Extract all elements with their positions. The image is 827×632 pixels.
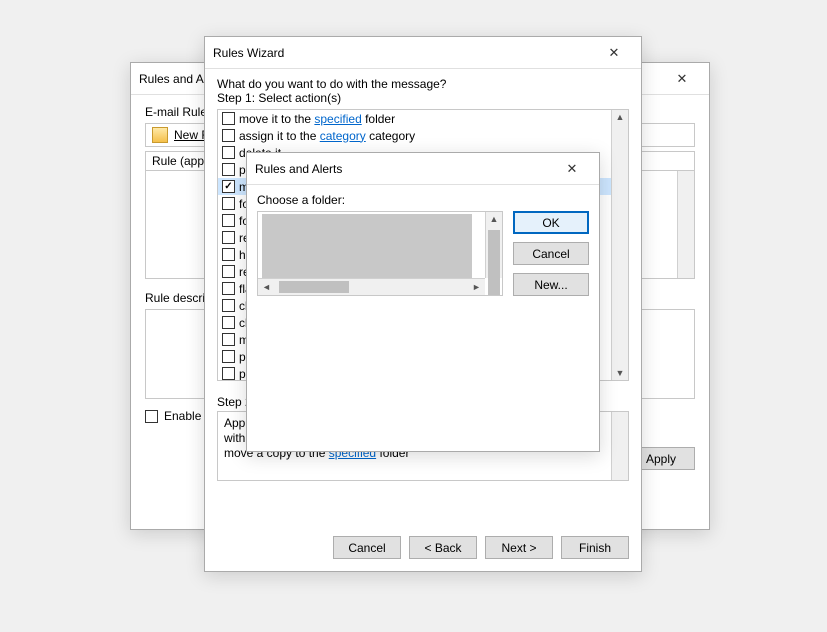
action-checkbox[interactable] (222, 265, 235, 278)
new-button[interactable]: New... (513, 273, 589, 296)
action-link[interactable]: specified (314, 112, 361, 126)
action-label: assign it to the category category (239, 129, 415, 143)
redacted-area (262, 214, 472, 278)
scrollbar-vertical[interactable] (611, 412, 628, 480)
titlebar: Rules Wizard ✕ (205, 37, 641, 69)
choose-folder-label: Choose a folder: (257, 193, 503, 207)
titlebar: Rules and Alerts ✕ (247, 153, 599, 185)
action-checkbox[interactable] (222, 333, 235, 346)
action-label: move it to the specified folder (239, 112, 395, 126)
window-title: Rules and Alerts (255, 162, 553, 176)
dialog-button-column: OK Cancel New... (513, 193, 589, 296)
action-checkbox[interactable] (222, 350, 235, 363)
enable-rss-checkbox[interactable] (145, 410, 158, 423)
close-icon[interactable]: ✕ (595, 40, 633, 66)
next-button[interactable]: Next > (485, 536, 553, 559)
scrollbar-vertical[interactable] (677, 171, 694, 278)
action-checkbox[interactable] (222, 146, 235, 159)
wizard-button-row: Cancel < Back Next > Finish (205, 536, 641, 559)
scrollbar-horizontal[interactable]: ◄ ► (258, 278, 485, 295)
action-checkbox[interactable] (222, 112, 235, 125)
action-link[interactable]: category (320, 129, 366, 143)
scrollbar-thumb[interactable] (279, 281, 349, 293)
scrollbar-thumb[interactable] (488, 230, 500, 296)
action-checkbox[interactable] (222, 367, 235, 380)
scrollbar-vertical[interactable]: ▲ ▼ (485, 212, 502, 278)
scrollbar-vertical[interactable]: ▲ ▼ (611, 110, 628, 380)
choose-folder-dialog: Rules and Alerts ✕ Choose a folder: Invo… (246, 152, 600, 452)
action-checkbox[interactable] (222, 180, 235, 193)
action-checkbox[interactable] (222, 214, 235, 227)
action-checkbox[interactable] (222, 299, 235, 312)
action-checkbox[interactable] (222, 231, 235, 244)
action-checkbox[interactable] (222, 163, 235, 176)
action-checkbox[interactable] (222, 197, 235, 210)
action-row[interactable]: assign it to the category category (218, 127, 611, 144)
cancel-button[interactable]: Cancel (513, 242, 589, 265)
folder-tree[interactable]: Invoices ▲ ▼ ◄ ► (257, 211, 503, 296)
action-checkbox[interactable] (222, 282, 235, 295)
ok-button[interactable]: OK (513, 211, 589, 234)
wizard-question: What do you want to do with the message? (217, 77, 629, 91)
action-row[interactable]: move it to the specified folder (218, 110, 611, 127)
back-button[interactable]: < Back (409, 536, 477, 559)
wizard-step1-label: Step 1: Select action(s) (217, 91, 629, 105)
finish-button[interactable]: Finish (561, 536, 629, 559)
scroll-up-icon[interactable]: ▲ (486, 212, 502, 226)
scroll-down-icon[interactable]: ▼ (612, 366, 628, 380)
scroll-up-icon[interactable]: ▲ (612, 110, 628, 124)
new-rule-icon (152, 127, 168, 143)
action-checkbox[interactable] (222, 316, 235, 329)
cancel-button[interactable]: Cancel (333, 536, 401, 559)
action-checkbox[interactable] (222, 248, 235, 261)
action-checkbox[interactable] (222, 129, 235, 142)
window-title: Rules Wizard (213, 46, 595, 60)
close-icon[interactable]: ✕ (663, 66, 701, 92)
close-icon[interactable]: ✕ (553, 156, 591, 182)
scroll-left-icon[interactable]: ◄ (258, 282, 275, 292)
scroll-right-icon[interactable]: ► (468, 282, 485, 292)
